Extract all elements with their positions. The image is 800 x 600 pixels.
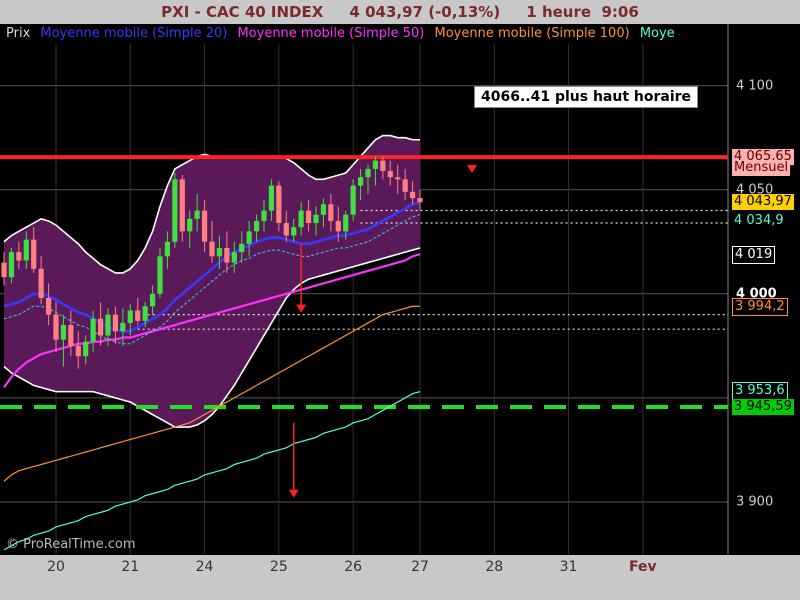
y-tick-label: 4 100: [736, 78, 774, 94]
candle-body: [194, 210, 200, 219]
candle-body: [276, 185, 282, 224]
price-tag: 3 994,2: [732, 297, 788, 316]
candle-body: [291, 227, 297, 236]
candle-body: [23, 239, 29, 261]
price-tag: 4 043,97: [732, 194, 794, 211]
legend-ma50: Moyenne mobile (Simple 50): [237, 26, 425, 41]
arrow-head: [288, 489, 299, 498]
candle-body: [402, 179, 408, 192]
candle-body: [283, 223, 289, 236]
y-tick-label: 3 900: [736, 494, 774, 510]
candle-body: [120, 322, 126, 332]
price-axis[interactable]: 4 100 4 050 4 000 3 900 4 065,65 Mensuel 4 043…: [728, 24, 800, 554]
candle-body: [105, 314, 111, 336]
candle-body: [335, 220, 341, 232]
candle-body: [268, 185, 275, 211]
x-tick-label: 26: [344, 559, 363, 575]
legend-ma200: Moye: [639, 26, 675, 41]
candle-body: [179, 179, 185, 232]
time-axis[interactable]: 20 21 24 25 26 27 28 31 Fev: [0, 555, 800, 600]
candle-body: [350, 185, 356, 215]
candle-body: [83, 341, 89, 357]
candle-body: [38, 268, 44, 298]
x-tick-label: 25: [269, 559, 288, 575]
candle-body: [395, 177, 401, 180]
x-tick-label: 31: [559, 559, 578, 575]
high-annotation: 4066..41 plus haut horaire: [474, 86, 699, 108]
price-tag: 4 034,9: [732, 213, 786, 230]
price-tag: 3 953,6: [732, 382, 788, 401]
candle-body: [157, 256, 163, 294]
candle-body: [409, 191, 416, 199]
legend-price: Prix: [6, 26, 31, 41]
candle-body: [216, 248, 223, 257]
candle-body: [53, 314, 59, 340]
legend: Prix Moyenne mobile (Simple 20) Moyenne …: [0, 24, 728, 44]
candle-body: [231, 252, 237, 263]
legend-ma100: Moyenne mobile (Simple 100): [434, 26, 630, 41]
candle-body: [253, 220, 260, 232]
arrow-head: [467, 165, 477, 174]
candle-body: [313, 214, 319, 224]
candle-body: [209, 241, 215, 257]
arrow-head: [296, 304, 307, 313]
candle-body: [328, 204, 334, 221]
chart-title: PXI - CAC 40 INDEX 4 043,97 (-0,13%) 1 h…: [0, 0, 800, 24]
candle-body: [343, 214, 349, 232]
x-tick-label: Fev: [629, 559, 657, 575]
legend-ma20: Moyenne mobile (Simple 20): [40, 26, 228, 41]
candle-body: [90, 318, 96, 342]
candle-body: [149, 293, 156, 307]
candle-body: [45, 297, 52, 315]
candle-body: [142, 306, 148, 321]
price-tag: Mensuel: [732, 159, 791, 176]
x-tick-label: 20: [47, 559, 65, 575]
candle-body: [68, 325, 74, 346]
candle-body: [164, 241, 171, 257]
candle-body: [1, 262, 7, 278]
candle-body: [8, 252, 15, 278]
candle-body: [372, 160, 379, 169]
candle-body: [60, 325, 67, 340]
candle-body: [365, 168, 371, 178]
candle-body: [187, 218, 193, 232]
price-tag: 4 019: [732, 246, 776, 265]
x-tick-label: 21: [121, 559, 140, 575]
candle-body: [224, 248, 230, 263]
candle-body: [261, 210, 267, 221]
candle-body: [112, 314, 119, 332]
price-tag: 3 945,59: [732, 399, 794, 416]
x-tick-label: 28: [485, 559, 504, 575]
candle-body: [97, 318, 104, 336]
candle-body: [380, 160, 386, 171]
candle-body: [246, 231, 252, 244]
copyright: © ProRealTime.com: [6, 537, 136, 552]
candle-body: [75, 345, 81, 357]
x-tick-label: 24: [195, 559, 214, 575]
candle-body: [417, 198, 423, 203]
candle-body: [298, 210, 304, 228]
candle-body: [320, 204, 327, 215]
candle-body: [387, 170, 393, 178]
candle-body: [305, 210, 312, 224]
x-tick-label: 27: [411, 559, 429, 575]
candle-body: [357, 177, 364, 186]
candle-body: [127, 310, 133, 323]
candle-body: [135, 310, 141, 321]
candle-body: [16, 252, 22, 261]
candle-body: [31, 239, 37, 269]
candle-body: [172, 179, 178, 242]
candle-body: [201, 210, 208, 242]
candle-body: [239, 243, 245, 253]
